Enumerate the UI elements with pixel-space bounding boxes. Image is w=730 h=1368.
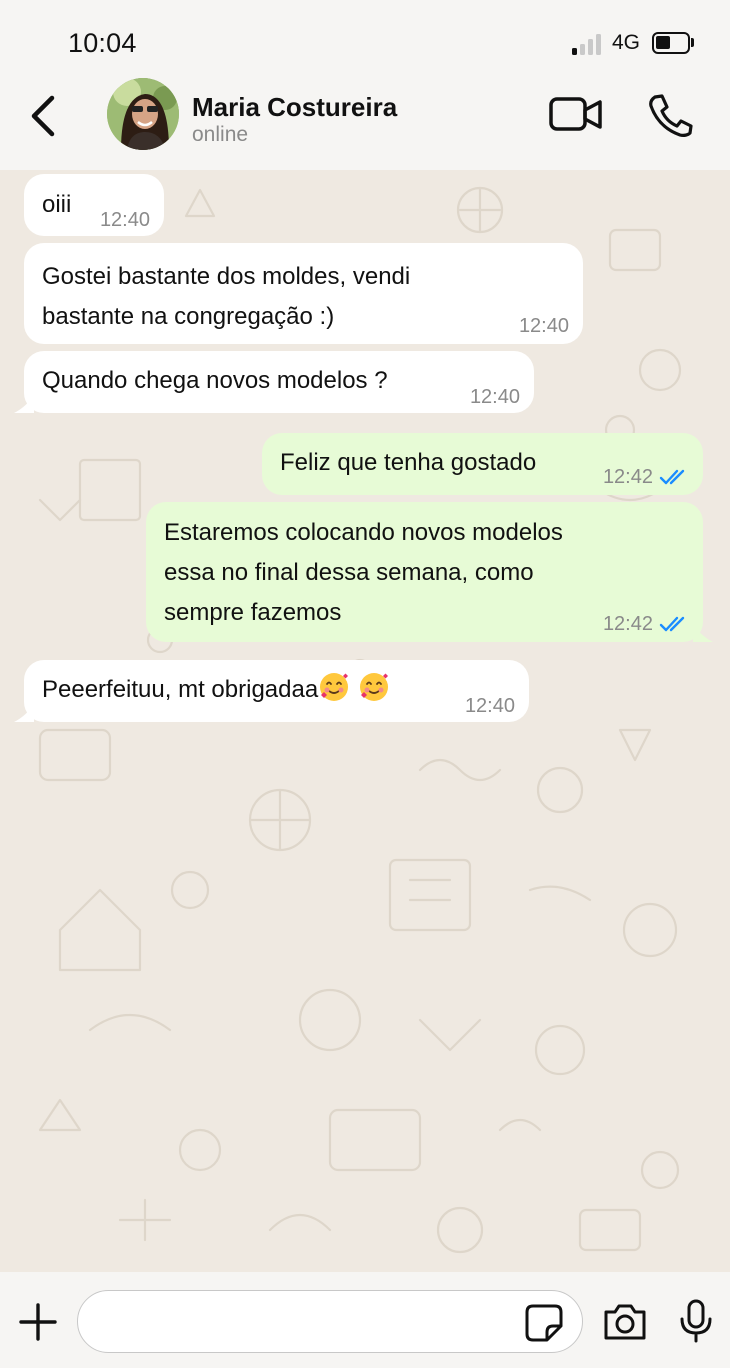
camera-button[interactable]	[602, 1303, 648, 1341]
message-time: 12:40	[464, 695, 515, 717]
status-bar: 10:04 4G	[0, 0, 730, 80]
bubble-tail	[14, 704, 34, 722]
smiling-face-with-hearts-emoji	[320, 673, 349, 701]
bubble-tail	[693, 624, 713, 642]
signal-strength-icon	[572, 33, 606, 55]
message-text: Quando chega novos modelos ?	[42, 367, 388, 394]
chat-header: Maria Costureira online	[0, 78, 730, 170]
message-bubble-incoming[interactable]: oiii 12:40	[24, 174, 164, 236]
video-camera-icon	[549, 97, 602, 131]
sticker-icon	[525, 1304, 563, 1342]
chat-area[interactable]: oiii 12:40 Gostei bastante dos moldes, v…	[0, 170, 730, 1272]
message-bubble-incoming[interactable]: Quando chega novos modelos ? 12:40	[14, 351, 534, 413]
read-receipt-icon	[659, 469, 685, 485]
message-text-line-2: essa no final dessa semana, como	[164, 559, 534, 586]
chevron-left-icon	[31, 95, 55, 137]
contact-status: online	[192, 123, 249, 146]
message-text-line-1: Gostei bastante dos moldes, vendi	[42, 263, 411, 290]
message-time: 12:40	[99, 209, 150, 231]
message-composer	[0, 1272, 730, 1368]
avatar[interactable]	[107, 78, 179, 150]
message-bubble-incoming[interactable]: Gostei bastante dos moldes, vendi bastan…	[24, 243, 583, 344]
camera-icon	[604, 1304, 646, 1340]
contact-name[interactable]: Maria Costureira	[192, 92, 397, 123]
back-button[interactable]	[22, 90, 66, 142]
message-time: 12:42	[602, 613, 653, 635]
plus-icon	[19, 1303, 57, 1341]
video-call-button[interactable]	[548, 94, 604, 136]
message-bubble-outgoing[interactable]: Estaremos colocando novos modelos essa n…	[146, 502, 713, 642]
message-input[interactable]	[77, 1290, 583, 1353]
status-time: 10:04	[68, 28, 137, 58]
phone-icon	[649, 94, 693, 137]
read-receipt-icon	[659, 616, 685, 632]
smiling-face-with-hearts-emoji	[360, 673, 389, 701]
message-meta: 12:42	[603, 614, 689, 634]
bubble-tail	[14, 395, 34, 413]
message-time: 12:42	[602, 466, 653, 488]
network-type: 4G	[612, 31, 641, 54]
sticker-button[interactable]	[525, 1304, 563, 1342]
attach-button[interactable]	[18, 1302, 58, 1342]
voice-call-button[interactable]	[646, 92, 694, 138]
battery-icon	[652, 32, 690, 54]
message-text-line-2: bastante na congregação :)	[42, 303, 335, 330]
microphone-button[interactable]	[678, 1299, 714, 1343]
message-time: 12:40	[469, 386, 520, 408]
message-meta: 12:42	[603, 467, 689, 487]
message-bubble-outgoing[interactable]: Feliz que tenha gostado 12:42	[262, 433, 703, 495]
message-text: Peeerfeituu, mt obrigadaa	[42, 670, 511, 710]
message-text-line-1: Estaremos colocando novos modelos	[164, 519, 563, 546]
microphone-icon	[680, 1299, 712, 1343]
message-bubble-incoming[interactable]: Peeerfeituu, mt obrigadaa 12:40	[14, 660, 529, 722]
battery-tip	[691, 38, 694, 47]
message-time: 12:40	[518, 315, 569, 337]
